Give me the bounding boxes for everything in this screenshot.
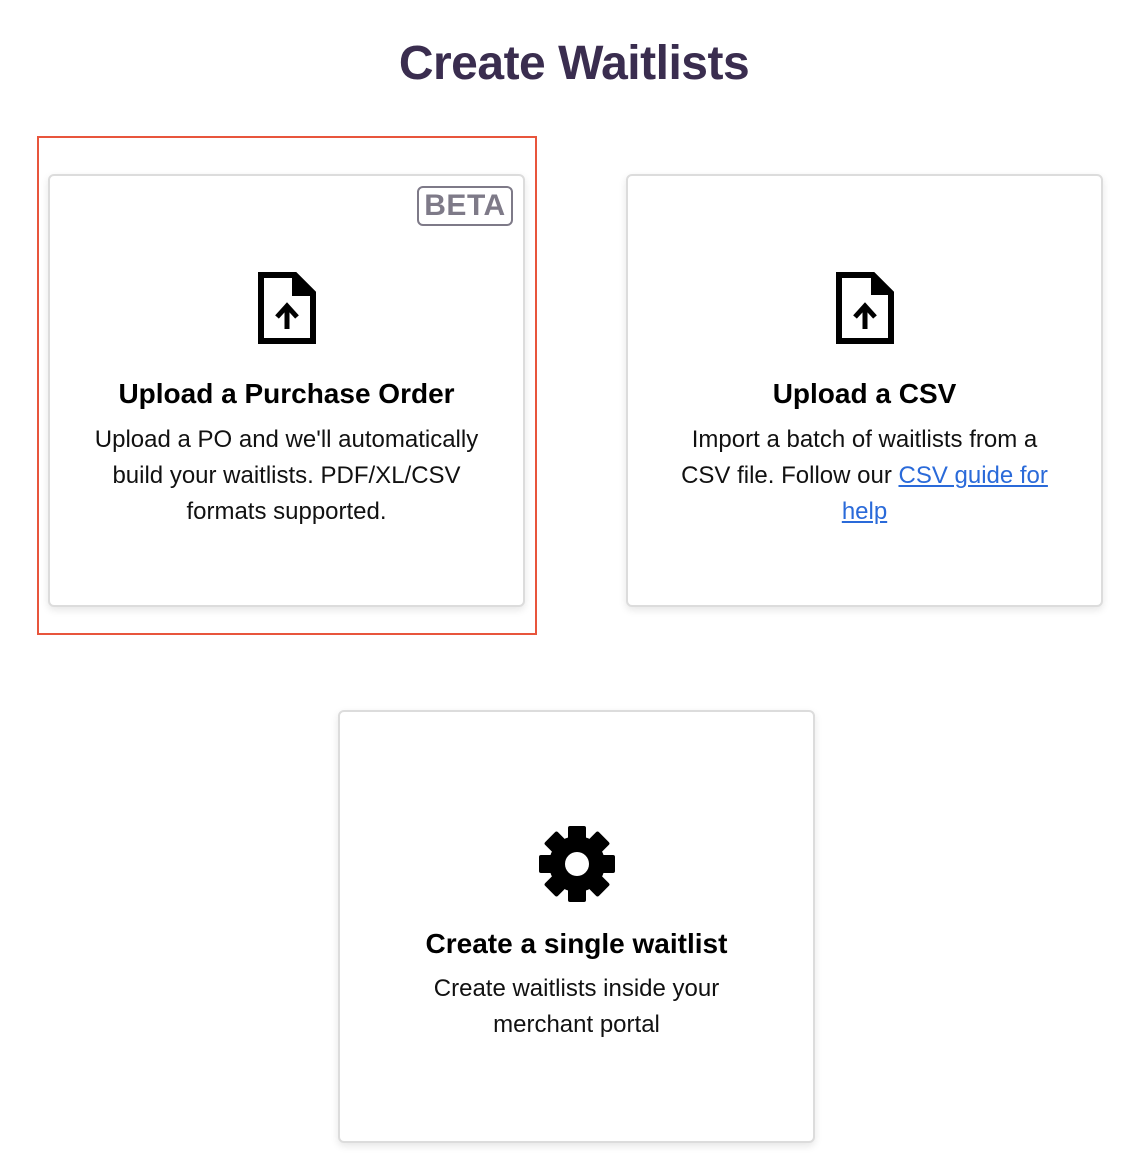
create-waitlists-page: Create Waitlists BETA Upload a Purchase …	[0, 0, 1148, 1162]
beta-badge: BETA	[417, 186, 513, 226]
file-upload-icon	[835, 272, 894, 344]
upload-purchase-order-card[interactable]: BETA Upload a Purchase Order Upload a PO…	[48, 174, 525, 607]
file-upload-icon	[257, 272, 316, 344]
card-title: Upload a CSV	[772, 378, 957, 409]
card-title: Create a single waitlist	[425, 928, 728, 959]
card-title: Upload a Purchase Order	[118, 378, 455, 409]
gear-icon	[538, 826, 615, 902]
create-single-waitlist-card[interactable]: Create a single waitlist Create waitlist…	[338, 710, 815, 1143]
card-description: Create waitlists inside your merchant po…	[433, 975, 720, 1038]
page-title: Create Waitlists	[398, 37, 750, 90]
card-description: Import a batch of waitlists from a CSV f…	[668, 422, 1061, 530]
card-description: Upload a PO and we'll automatically buil…	[94, 426, 479, 525]
upload-csv-card[interactable]: Upload a CSV Import a batch of waitlists…	[626, 174, 1103, 607]
